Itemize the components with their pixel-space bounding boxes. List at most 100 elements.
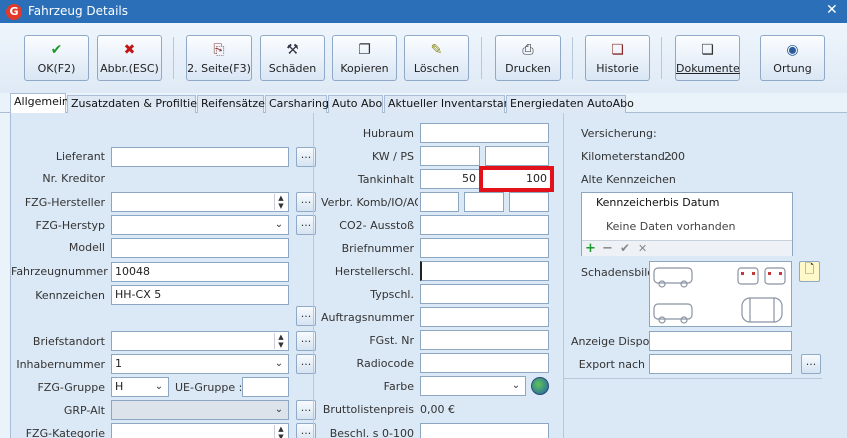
verbr-io-field[interactable] bbox=[464, 192, 504, 212]
column-divider bbox=[563, 113, 564, 438]
car-outline-icon bbox=[653, 267, 786, 324]
briefnummer-field[interactable] bbox=[420, 238, 549, 258]
radiocode-field[interactable] bbox=[420, 353, 549, 373]
list-empty-message: Keine Daten vorhanden bbox=[606, 220, 736, 233]
verbr-ao-field[interactable] bbox=[509, 192, 549, 212]
versicherung-label: Versicherung: bbox=[581, 127, 657, 140]
export-nach-field[interactable] bbox=[649, 354, 792, 374]
verbr-komb-field[interactable] bbox=[420, 192, 459, 212]
ok-button[interactable]: ✔ OK(F2) bbox=[24, 35, 89, 81]
form-panel: Lieferant ... Nr. Kreditor FZG-Herstelle… bbox=[10, 113, 847, 438]
page-icon: ⎘ bbox=[213, 42, 225, 58]
anzeige-dispo-label: Anzeige Dispo bbox=[571, 335, 650, 348]
modell-label: Modell bbox=[68, 241, 105, 254]
confirm-icon[interactable]: ✔ bbox=[620, 241, 630, 256]
herstyp-label: FZG-Herstyp bbox=[35, 219, 105, 232]
kennzeichen-label: Kennzeichen bbox=[35, 289, 105, 302]
fzg-gruppe-select[interactable]: H ⌄ bbox=[111, 377, 169, 397]
grp-alt-label: GRP-Alt bbox=[63, 404, 105, 417]
chevron-down-icon[interactable]: ⌄ bbox=[271, 402, 287, 418]
print-button[interactable]: ⎙ Drucken bbox=[495, 35, 561, 81]
farbe-label: Farbe bbox=[383, 380, 414, 393]
alte-kennzeichen-list[interactable]: Kennzeicher bis Datum Keine Daten vorhan… bbox=[581, 192, 793, 256]
fzg-kategorie-label: FZG-Kategorie bbox=[25, 427, 105, 438]
chevron-down-icon[interactable]: ⌄ bbox=[271, 356, 287, 372]
cancel-button[interactable]: ✖ Abbr.(ESC) bbox=[97, 35, 162, 81]
remove-icon[interactable]: − bbox=[602, 241, 613, 256]
verbr-label: Verbr. Komb/IO/AO bbox=[321, 196, 418, 209]
hersteller-select[interactable]: ▲ ▼ bbox=[111, 192, 289, 212]
fahrzeugnummer-field[interactable]: 10048 bbox=[111, 262, 289, 282]
inhabernummer-select[interactable]: 1 ⌄ bbox=[111, 354, 289, 374]
tab-allgemein[interactable]: Allgemein bbox=[10, 93, 69, 114]
tab-auto-abo[interactable]: Auto Abo bbox=[328, 95, 383, 113]
export-browse-button[interactable]: ... bbox=[801, 354, 821, 374]
documents-button[interactable]: ❏ Dokumente bbox=[675, 35, 740, 81]
list-column-bis-datum[interactable]: bis Datum bbox=[663, 196, 719, 209]
farbe-select[interactable]: ⌄ bbox=[420, 376, 526, 396]
spinner-icon[interactable]: ▲ ▼ bbox=[274, 425, 287, 438]
hubraum-field[interactable] bbox=[420, 123, 549, 143]
list-action-bar: + − ✔ ✕ bbox=[582, 240, 792, 256]
anzeige-dispo-field[interactable] bbox=[649, 331, 792, 351]
lieferant-field[interactable] bbox=[111, 147, 289, 167]
add-icon[interactable]: + bbox=[585, 241, 596, 256]
close-icon[interactable]: ✕ bbox=[826, 2, 838, 18]
kennzeichen-field[interactable]: HH-CX 5 bbox=[111, 285, 289, 305]
history-button[interactable]: ❏ Historie bbox=[585, 35, 650, 81]
damage-button[interactable]: ⚒ Schäden bbox=[260, 35, 325, 81]
herstellerschl-field[interactable] bbox=[420, 261, 549, 281]
kw-field[interactable] bbox=[420, 146, 480, 166]
tab-energiedaten[interactable]: Energiedaten AutoAbo bbox=[506, 95, 634, 113]
column-divider bbox=[313, 113, 314, 438]
copy-button[interactable]: ❐ Kopieren bbox=[332, 35, 397, 81]
typschl-field[interactable] bbox=[420, 284, 549, 304]
fgst-nr-field[interactable] bbox=[420, 330, 549, 350]
beschl-field[interactable] bbox=[420, 423, 549, 438]
co2-field[interactable] bbox=[420, 215, 549, 235]
tab-reifensaetze[interactable]: Reifensätze bbox=[197, 95, 265, 113]
ps-field[interactable] bbox=[485, 146, 549, 166]
typschl-label: Typschl. bbox=[370, 288, 414, 301]
modell-field[interactable] bbox=[111, 238, 289, 258]
grp-alt-select[interactable]: ⌄ bbox=[111, 400, 289, 420]
chevron-down-icon[interactable]: ⌄ bbox=[151, 379, 167, 395]
window-title: Fahrzeug Details bbox=[28, 4, 129, 18]
globe-icon: ◉ bbox=[786, 42, 799, 58]
delete-icon: ✎ bbox=[430, 42, 443, 58]
toolbar-separator bbox=[173, 37, 174, 79]
kilometerstand-label: Kilometerstand : bbox=[581, 150, 673, 163]
locate-button[interactable]: ◉ Ortung bbox=[760, 35, 825, 81]
damage-diagram[interactable] bbox=[649, 261, 792, 327]
fgst-nr-label: FGst. Nr bbox=[369, 334, 414, 347]
briefnummer-label: Briefnummer bbox=[341, 242, 414, 255]
herstyp-select[interactable]: ⌄ bbox=[111, 215, 289, 235]
tankinhalt-max-field-highlighted[interactable]: 100 bbox=[479, 166, 554, 192]
chevron-down-icon[interactable]: ⌄ bbox=[271, 217, 287, 233]
chevron-down-icon[interactable]: ⌄ bbox=[508, 378, 524, 394]
toolbar-separator bbox=[661, 37, 662, 79]
documents-icon: ❏ bbox=[701, 42, 714, 58]
damage-icon: ⚒ bbox=[286, 42, 299, 58]
briefstandort-select[interactable]: ▲ ▼ bbox=[111, 331, 289, 351]
tab-zusatzdaten[interactable]: Zusatzdaten & Profiltiefen bbox=[67, 95, 215, 113]
fzg-kategorie-select[interactable]: ▲ ▼ bbox=[111, 423, 289, 438]
ue-gruppe-label: UE-Gruppe : bbox=[175, 381, 243, 394]
spinner-icon[interactable]: ▲ ▼ bbox=[274, 333, 287, 349]
delete-button[interactable]: ✎ Löschen bbox=[404, 35, 469, 81]
color-globe-icon[interactable] bbox=[531, 377, 549, 395]
printer-icon: ⎙ bbox=[522, 42, 534, 58]
kreditor-label: Nr. Kreditor bbox=[42, 172, 105, 185]
app-logo-icon: G bbox=[6, 4, 22, 20]
tab-carsharing[interactable]: Carsharing bbox=[265, 95, 329, 113]
ue-gruppe-field[interactable] bbox=[242, 377, 289, 397]
second-page-button[interactable]: ⎘ 2. Seite(F3) bbox=[186, 35, 252, 81]
spinner-icon[interactable]: ▲ ▼ bbox=[274, 194, 287, 210]
discard-icon[interactable]: ✕ bbox=[638, 241, 647, 256]
beschl-label: Beschl. s 0-100 bbox=[329, 427, 414, 438]
auftragsnummer-field[interactable] bbox=[420, 307, 549, 327]
tankinhalt-field[interactable]: 50 bbox=[420, 169, 480, 189]
document-icon[interactable]: 🗋 bbox=[799, 261, 820, 282]
list-column-kennzeichen[interactable]: Kennzeicher bbox=[596, 196, 663, 209]
tab-inventarstand[interactable]: Aktueller Inventarstand bbox=[384, 95, 518, 113]
